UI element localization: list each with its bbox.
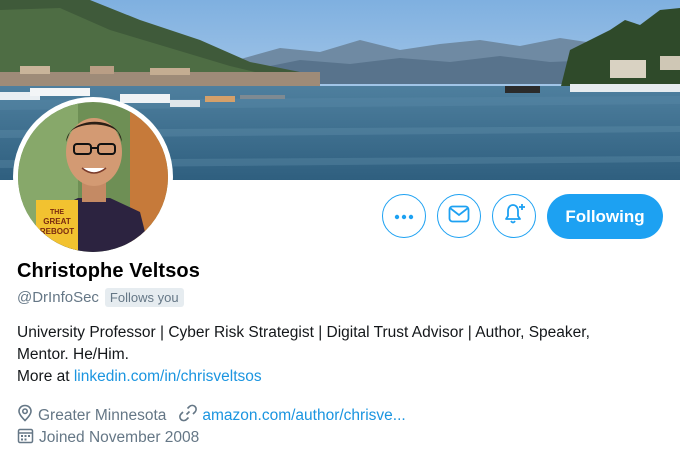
location: Greater Minnesota <box>17 404 166 427</box>
more-options-button[interactable] <box>382 194 426 238</box>
joined-row: Joined November 2008 <box>17 427 199 449</box>
calendar-icon <box>17 427 34 449</box>
message-button[interactable] <box>437 194 481 238</box>
avatar[interactable]: THE GREAT REBOOT <box>13 97 173 257</box>
joined-text: Joined November 2008 <box>39 429 200 446</box>
avatar-book-title: GREAT <box>43 217 71 226</box>
profile-bio: University Professor | Cyber Risk Strate… <box>17 322 667 388</box>
following-button[interactable]: Following <box>547 194 663 239</box>
website-link[interactable]: amazon.com/author/chrisve... <box>202 407 405 425</box>
avatar-book-title: REBOOT <box>40 227 74 236</box>
bio-line: University Professor | Cyber Risk Strate… <box>17 324 590 341</box>
notifications-button[interactable] <box>492 194 536 238</box>
profile-meta-row: Greater Minnesota amazon.com/author/chri… <box>17 404 406 427</box>
bell-plus-icon <box>501 202 527 231</box>
location-text: Greater Minnesota <box>38 406 167 424</box>
link-icon <box>179 404 198 427</box>
profile-name: Christophe Veltsos <box>17 260 200 282</box>
follows-you-badge: Follows you <box>104 288 184 307</box>
bio-line: Mentor. He/Him. <box>17 346 129 363</box>
joined: Joined November 2008 <box>17 427 199 449</box>
website: amazon.com/author/chrisve... <box>179 404 406 427</box>
ellipsis-icon <box>394 207 414 225</box>
envelope-icon <box>448 205 470 228</box>
avatar-photo: THE GREAT REBOOT <box>18 102 168 252</box>
bio-more-prefix: More at <box>17 368 74 385</box>
bio-more-line: More at linkedin.com/in/chrisveltsos <box>17 366 667 388</box>
location-pin-icon <box>17 404 33 427</box>
avatar-book-title: THE <box>50 209 64 216</box>
handle-row: @DrInfoSec Follows you <box>17 288 184 307</box>
bio-linkedin-link[interactable]: linkedin.com/in/chrisveltsos <box>74 368 262 385</box>
profile-handle: @DrInfoSec <box>17 289 99 306</box>
